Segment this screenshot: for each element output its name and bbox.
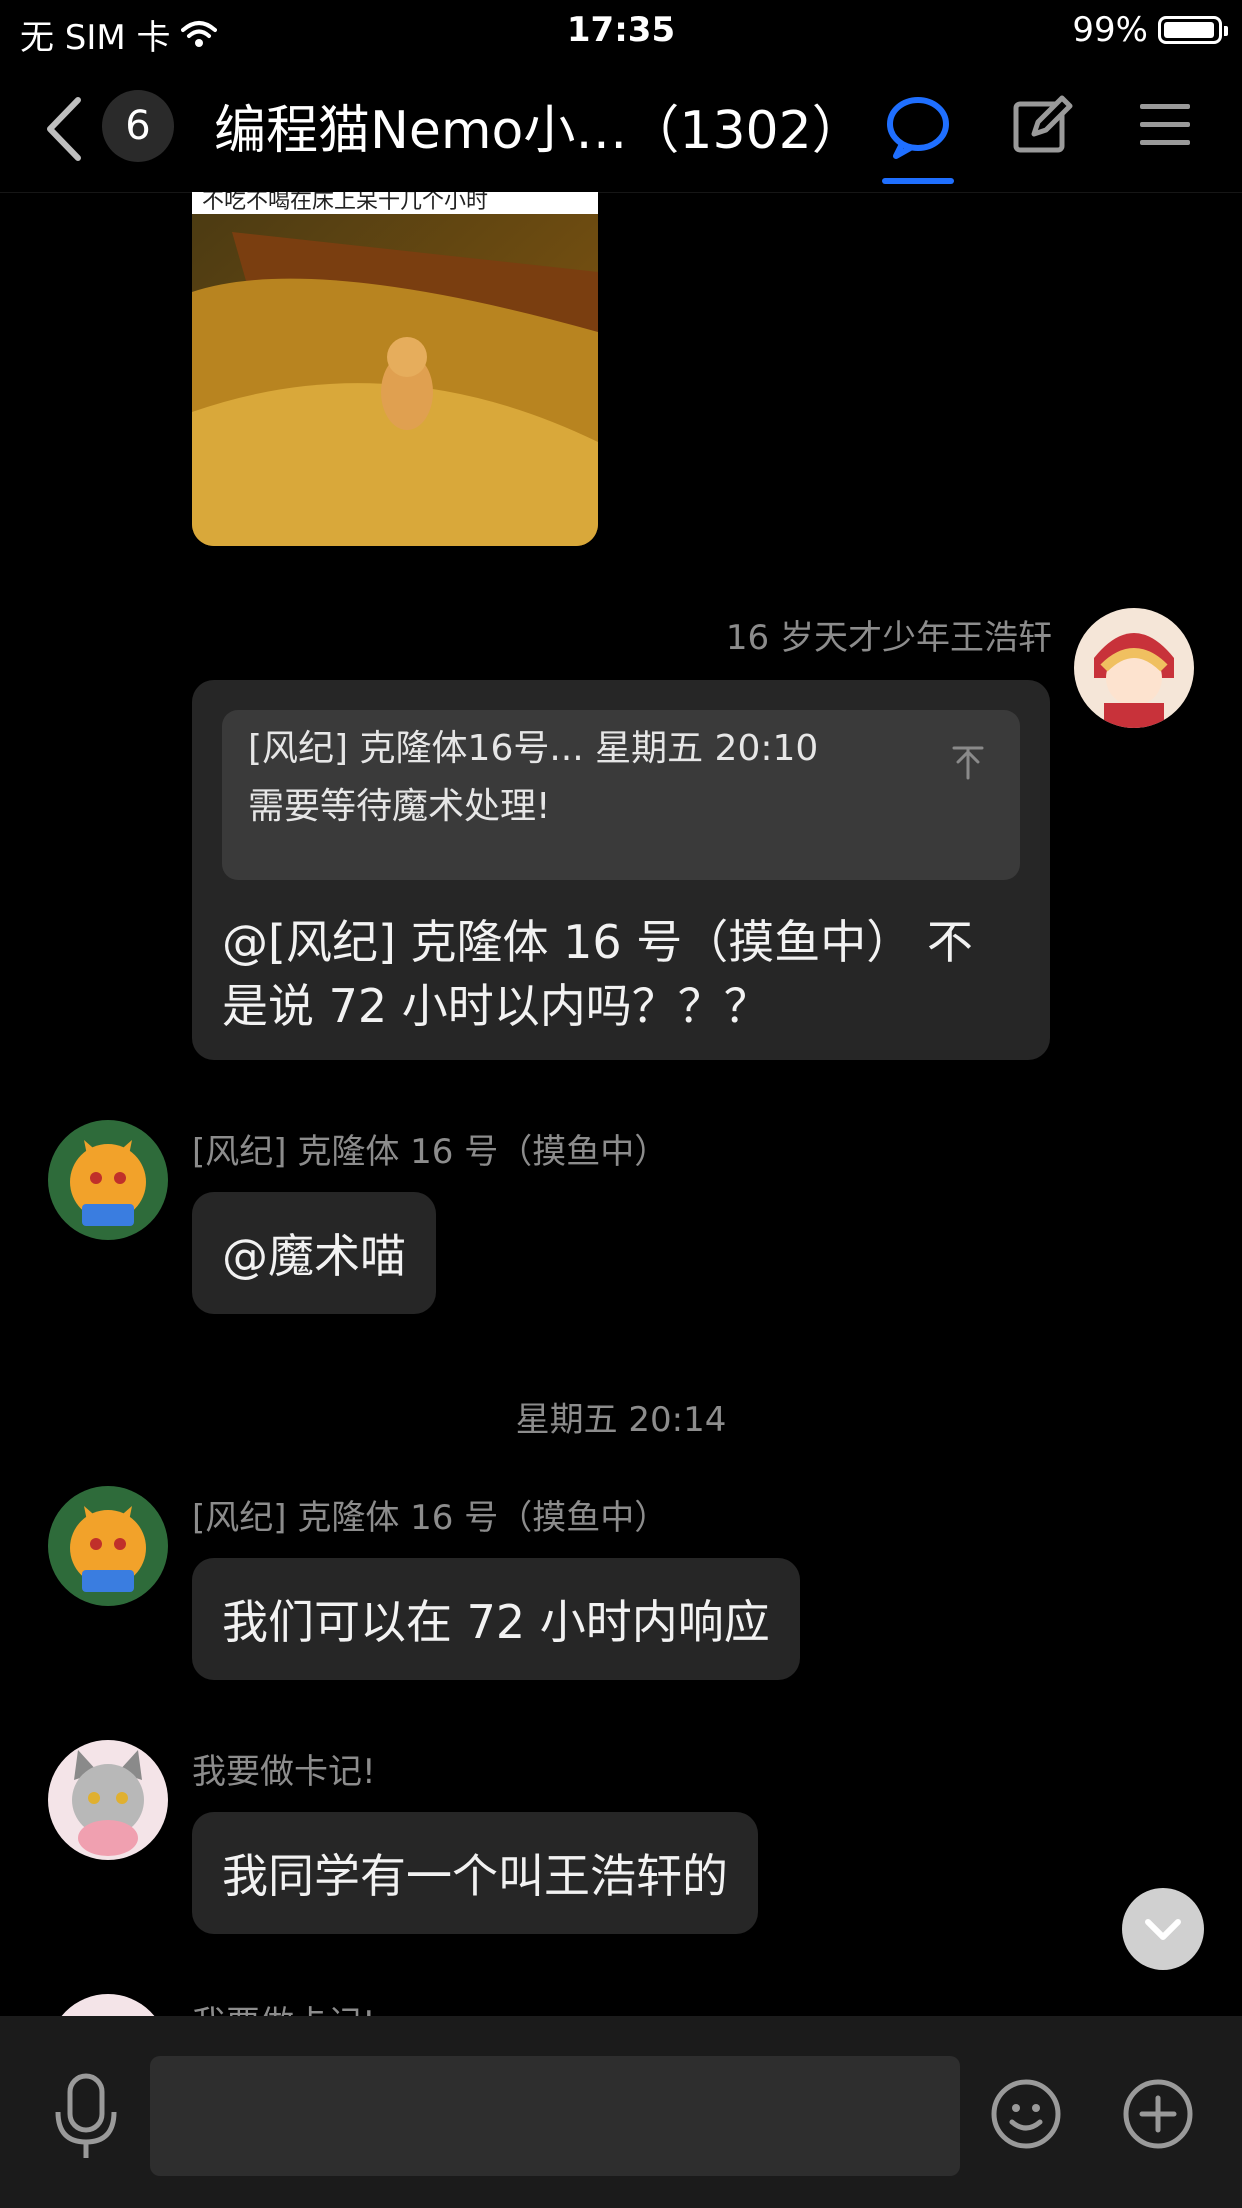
active-tab-indicator xyxy=(882,178,954,184)
add-plus-icon[interactable] xyxy=(1122,2078,1194,2150)
quoted-message[interactable]: [风纪] 克隆体16号... 星期五 20:10 需要等待魔术处理! xyxy=(222,710,1020,880)
avatar-wolf-image xyxy=(48,1740,168,1860)
message-bubble[interactable]: [风纪] 克隆体16号... 星期五 20:10 需要等待魔术处理! @[风纪]… xyxy=(192,680,1050,1060)
quote-header: [风纪] 克隆体16号... 星期五 20:10 xyxy=(248,728,819,769)
avatar[interactable] xyxy=(48,1120,168,1240)
jump-to-top-icon[interactable] xyxy=(950,744,986,780)
sender-name: [风纪] 克隆体 16 号（摸鱼中） xyxy=(192,1498,669,1538)
chevron-down-icon xyxy=(1145,1919,1181,1940)
avatar-girl-image xyxy=(1074,608,1194,728)
sender-name: [风纪] 克隆体 16 号（摸鱼中） xyxy=(192,1132,669,1172)
message-input[interactable] xyxy=(150,2056,960,2176)
avatar[interactable] xyxy=(48,1740,168,1860)
edit-note-icon[interactable] xyxy=(1010,94,1074,158)
message-text-line: @[风纪] 克隆体 16 号（摸鱼中） 不 xyxy=(222,915,973,969)
menu-icon[interactable] xyxy=(1140,100,1190,150)
photo-caption: 不吃不喝在床上呆十几个小时 xyxy=(202,192,488,214)
unread-badge[interactable]: 6 xyxy=(102,90,174,162)
back-chevron-icon[interactable] xyxy=(40,94,90,164)
message-text-line: 是说 72 小时以内吗？？？ xyxy=(222,979,770,1033)
message-bubble[interactable]: @魔术喵 xyxy=(192,1192,436,1314)
chat-title[interactable]: 编程猫Nemo小…（1302） xyxy=(214,88,864,163)
message-bubble[interactable]: 我们可以在 72 小时内响应 xyxy=(192,1558,800,1680)
microphone-icon[interactable] xyxy=(48,2072,124,2162)
message-bubble[interactable]: 我同学有一个叫王浩轩的 xyxy=(192,1812,758,1934)
message-text: @魔术喵 xyxy=(222,1229,406,1283)
scroll-to-bottom-button[interactable] xyxy=(1122,1888,1204,1970)
sender-name: 我要做卡记! xyxy=(192,1752,376,1792)
emoji-icon[interactable] xyxy=(990,2078,1062,2150)
message-text: 我同学有一个叫王浩轩的 xyxy=(222,1849,728,1903)
status-bar: 无 SIM 卡 17:35 99% xyxy=(0,0,1242,66)
sender-name: 16 岁天才少年王浩轩 xyxy=(725,618,1052,658)
message-text: 我们可以在 72 小时内响应 xyxy=(222,1595,770,1649)
avatar[interactable] xyxy=(1074,608,1194,728)
cat-photo: 不吃不喝在床上呆十几个小时 xyxy=(192,192,598,546)
status-time: 17:35 xyxy=(566,10,676,50)
chat-bubble-icon[interactable] xyxy=(882,92,954,164)
avatar-mascot-image xyxy=(48,1120,168,1240)
avatar[interactable] xyxy=(48,1486,168,1606)
quote-body: 需要等待魔术处理! xyxy=(248,786,551,827)
battery-icon xyxy=(1158,16,1228,44)
avatar-mascot-image xyxy=(48,1486,168,1606)
status-right: 99% xyxy=(1072,10,1228,50)
input-bar xyxy=(0,2016,1242,2208)
chat-header: 6 编程猫Nemo小…（1302） xyxy=(0,66,1242,193)
timestamp: 星期五 20:14 xyxy=(515,1400,727,1440)
battery-percent: 99% xyxy=(1072,10,1148,50)
image-message[interactable]: 不吃不喝在床上呆十几个小时 xyxy=(192,192,598,546)
